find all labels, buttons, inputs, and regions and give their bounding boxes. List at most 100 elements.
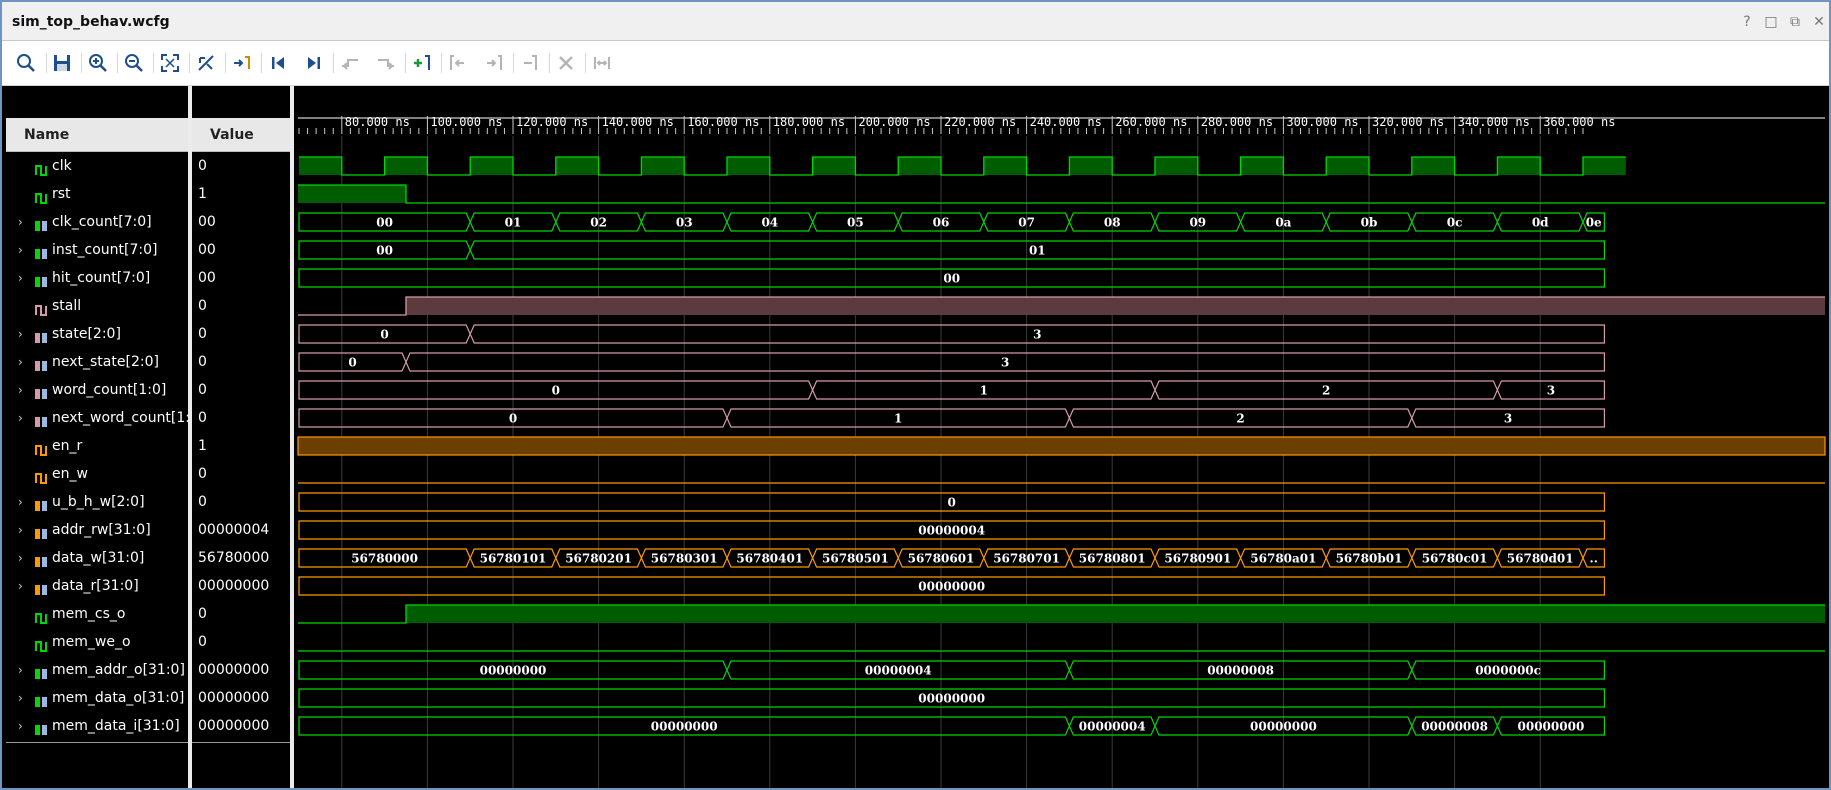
expand-chevron-icon[interactable]: › — [18, 544, 23, 572]
fit-width-icon — [590, 51, 614, 75]
waveform-hit_count-7-0-[interactable]: 00 — [298, 268, 1605, 288]
expand-chevron-icon[interactable]: › — [18, 684, 23, 712]
bus-value-label: 56780601 — [908, 552, 975, 566]
bus-value-label: 56780b01 — [1336, 552, 1403, 566]
bus-value-label: 00000000 — [651, 720, 718, 734]
signal-name-row[interactable]: en_w — [6, 460, 188, 488]
waveform-window: sim_top_behav.wcfg ? □ ⧉ ✕ Name clk rst … — [0, 0, 1831, 790]
expand-chevron-icon[interactable]: › — [18, 264, 23, 292]
expand-chevron-icon[interactable]: › — [18, 320, 23, 348]
waveform-en_r[interactable] — [297, 436, 1826, 456]
waveform-data_w-31-0-[interactable]: 56780000 56780101 56780201 56780301 56780401… — [298, 548, 1605, 568]
save-icon[interactable] — [50, 51, 74, 75]
signal-name-row[interactable]: › mem_data_o[31:0] — [6, 684, 188, 712]
waveform-inst_count-7-0-[interactable]: 00 01 — [298, 240, 1605, 260]
waveform-clk[interactable] — [299, 156, 1626, 176]
expand-chevron-icon[interactable]: › — [18, 488, 23, 516]
bus-value-label: 3 — [1001, 356, 1009, 370]
expand-chevron-icon[interactable]: › — [18, 572, 23, 600]
bus-value-label: 1 — [980, 384, 988, 398]
zoom-in-icon[interactable] — [86, 51, 110, 75]
add-marker-icon[interactable] — [410, 51, 434, 75]
signal-name-row[interactable]: rst — [6, 180, 188, 208]
bus-value-label: 00 — [943, 272, 960, 286]
zoom-fit-icon[interactable] — [158, 51, 182, 75]
go-to-end-icon[interactable] — [302, 51, 326, 75]
signal-name-row[interactable]: mem_we_o — [6, 628, 188, 656]
signal-name-row[interactable]: › state[2:0] — [6, 320, 188, 348]
bus-value-label: 04 — [761, 216, 778, 230]
name-column-header[interactable]: Name — [6, 118, 188, 152]
bus-value-label: .. — [1590, 552, 1598, 566]
waveform-addr_rw-31-0-[interactable]: 00000004 — [298, 520, 1605, 540]
search-icon[interactable] — [14, 51, 38, 75]
signal-name-column: Name clk rst › clk_count[7:0] › inst_count[7:… — [6, 86, 188, 788]
expand-chevron-icon[interactable]: › — [18, 236, 23, 264]
signal-name-row[interactable]: clk — [6, 152, 188, 180]
signal-name-row[interactable]: mem_cs_o — [6, 600, 188, 628]
bus-value-label: 0c — [1447, 216, 1463, 230]
expand-chevron-icon[interactable]: › — [18, 348, 23, 376]
waveform-next_state-2-0-[interactable]: 03 — [298, 352, 1605, 372]
waveform-rst[interactable] — [298, 184, 1825, 204]
waveform-mem_cs_o[interactable] — [298, 604, 1825, 624]
expand-chevron-icon[interactable]: › — [18, 208, 23, 236]
bus-value-label: 56780000 — [351, 552, 418, 566]
bus-value-label: 00000004 — [865, 664, 932, 678]
waveform-u_b_h_w-2-0-[interactable]: 0 — [298, 492, 1605, 512]
toolbar-separator — [153, 53, 154, 73]
expand-chevron-icon[interactable]: › — [18, 712, 23, 740]
go-to-start-icon[interactable] — [266, 51, 290, 75]
signal-name-row[interactable]: › mem_data_i[31:0] — [6, 712, 188, 740]
waveform-stall[interactable] — [298, 296, 1825, 316]
waveform-mem_data_o-31-0-[interactable]: 00000000 — [298, 688, 1605, 708]
expand-chevron-icon[interactable]: › — [18, 404, 23, 432]
signal-name-row[interactable]: › hit_count[7:0] — [6, 264, 188, 292]
cursor-snap-icon[interactable] — [194, 51, 218, 75]
signal-value: 0 — [198, 410, 207, 426]
ruler-label: 140.000 ns — [602, 115, 674, 129]
signal-name-row[interactable]: › inst_count[7:0] — [6, 236, 188, 264]
ruler-label: 300.000 ns — [1286, 115, 1358, 129]
bus-value-label: 56780901 — [1164, 552, 1231, 566]
expand-chevron-icon[interactable]: › — [18, 656, 23, 684]
signal-name-row[interactable]: › next_word_count[1:0] — [6, 404, 188, 432]
waveform-mem_addr_o-31-0-[interactable]: 00000000 00000004 00000008 0000000c — [298, 660, 1605, 680]
expand-chevron-icon[interactable]: › — [18, 516, 23, 544]
maximize-icon[interactable]: □ — [1763, 14, 1779, 30]
waveform-clk_count-7-0-[interactable]: 00 01 02 03 04 05 06 07 08 09 0a 0b 0c 0d 0e — [298, 212, 1605, 232]
signal-name-row[interactable]: › data_r[31:0] — [6, 572, 188, 600]
bus-signal-icon — [34, 271, 48, 287]
bus-value-label: 00000000 — [918, 580, 985, 594]
signal-name-row[interactable]: › mem_addr_o[31:0] — [6, 656, 188, 684]
signal-name-row[interactable]: › data_w[31:0] — [6, 544, 188, 572]
bus-value-label: 06 — [933, 216, 950, 230]
signal-name: next_word_count[1:0] — [52, 410, 188, 426]
waveform-canvas[interactable]: 80.000 ns 100.000 ns 120.000 ns 140.000 ns 1… — [294, 86, 1829, 788]
waveform-next_word_count-1-0-[interactable]: 0 1 2 3 — [298, 408, 1605, 428]
bus-value-label: 00000000 — [480, 664, 547, 678]
expand-chevron-icon[interactable]: › — [18, 376, 23, 404]
waveform-data_r-31-0-[interactable]: 00000000 — [298, 576, 1605, 596]
time-ruler[interactable]: 80.000 ns 100.000 ns 120.000 ns 140.000 ns 1… — [298, 115, 1825, 134]
signal-name-row[interactable]: › addr_rw[31:0] — [6, 516, 188, 544]
waveform-mem_data_i-31-0-[interactable]: 00000000 00000004 00000000 00000008 00000000 — [298, 716, 1605, 736]
signal-name-row[interactable]: › u_b_h_w[2:0] — [6, 488, 188, 516]
value-column-header[interactable]: Value — [192, 118, 290, 152]
go-to-cursor-icon[interactable] — [230, 51, 254, 75]
signal-name-row[interactable]: stall — [6, 292, 188, 320]
clock-high-pulse — [1497, 157, 1541, 175]
signal-name-row[interactable]: › word_count[1:0] — [6, 376, 188, 404]
signal-name-row[interactable]: › next_state[2:0] — [6, 348, 188, 376]
signal-name: mem_we_o — [52, 634, 131, 650]
signal-name: mem_data_o[31:0] — [52, 690, 185, 706]
clock-high-pulse — [555, 157, 599, 175]
close-icon[interactable]: ✕ — [1811, 14, 1827, 30]
signal-name-row[interactable]: › clk_count[7:0] — [6, 208, 188, 236]
waveform-state-2-0-[interactable]: 03 — [298, 324, 1605, 344]
signal-name-row[interactable]: en_r — [6, 432, 188, 460]
zoom-out-icon[interactable] — [122, 51, 146, 75]
restore-icon[interactable]: ⧉ — [1787, 14, 1803, 30]
help-icon[interactable]: ? — [1739, 14, 1755, 30]
waveform-word_count-1-0-[interactable]: 0 1 2 3 — [298, 380, 1605, 400]
